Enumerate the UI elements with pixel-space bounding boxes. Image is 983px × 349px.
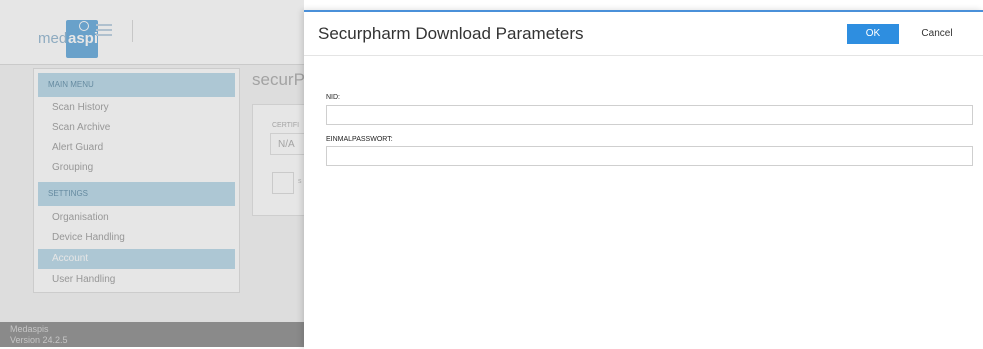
modal-overlay[interactable] [0, 0, 304, 347]
cancel-button[interactable]: Cancel [914, 24, 960, 44]
nid-label: NID: [326, 94, 340, 101]
ok-button[interactable]: OK [847, 24, 899, 44]
einmalpasswort-label: EINMALPASSWORT: [326, 136, 393, 143]
nid-input[interactable] [326, 105, 973, 125]
einmalpasswort-input[interactable] [326, 146, 973, 166]
securpharm-dialog: Securpharm Download Parameters OK Cancel… [304, 10, 983, 349]
dialog-header: Securpharm Download Parameters OK Cancel [304, 12, 983, 56]
dialog-title: Securpharm Download Parameters [318, 24, 584, 43]
